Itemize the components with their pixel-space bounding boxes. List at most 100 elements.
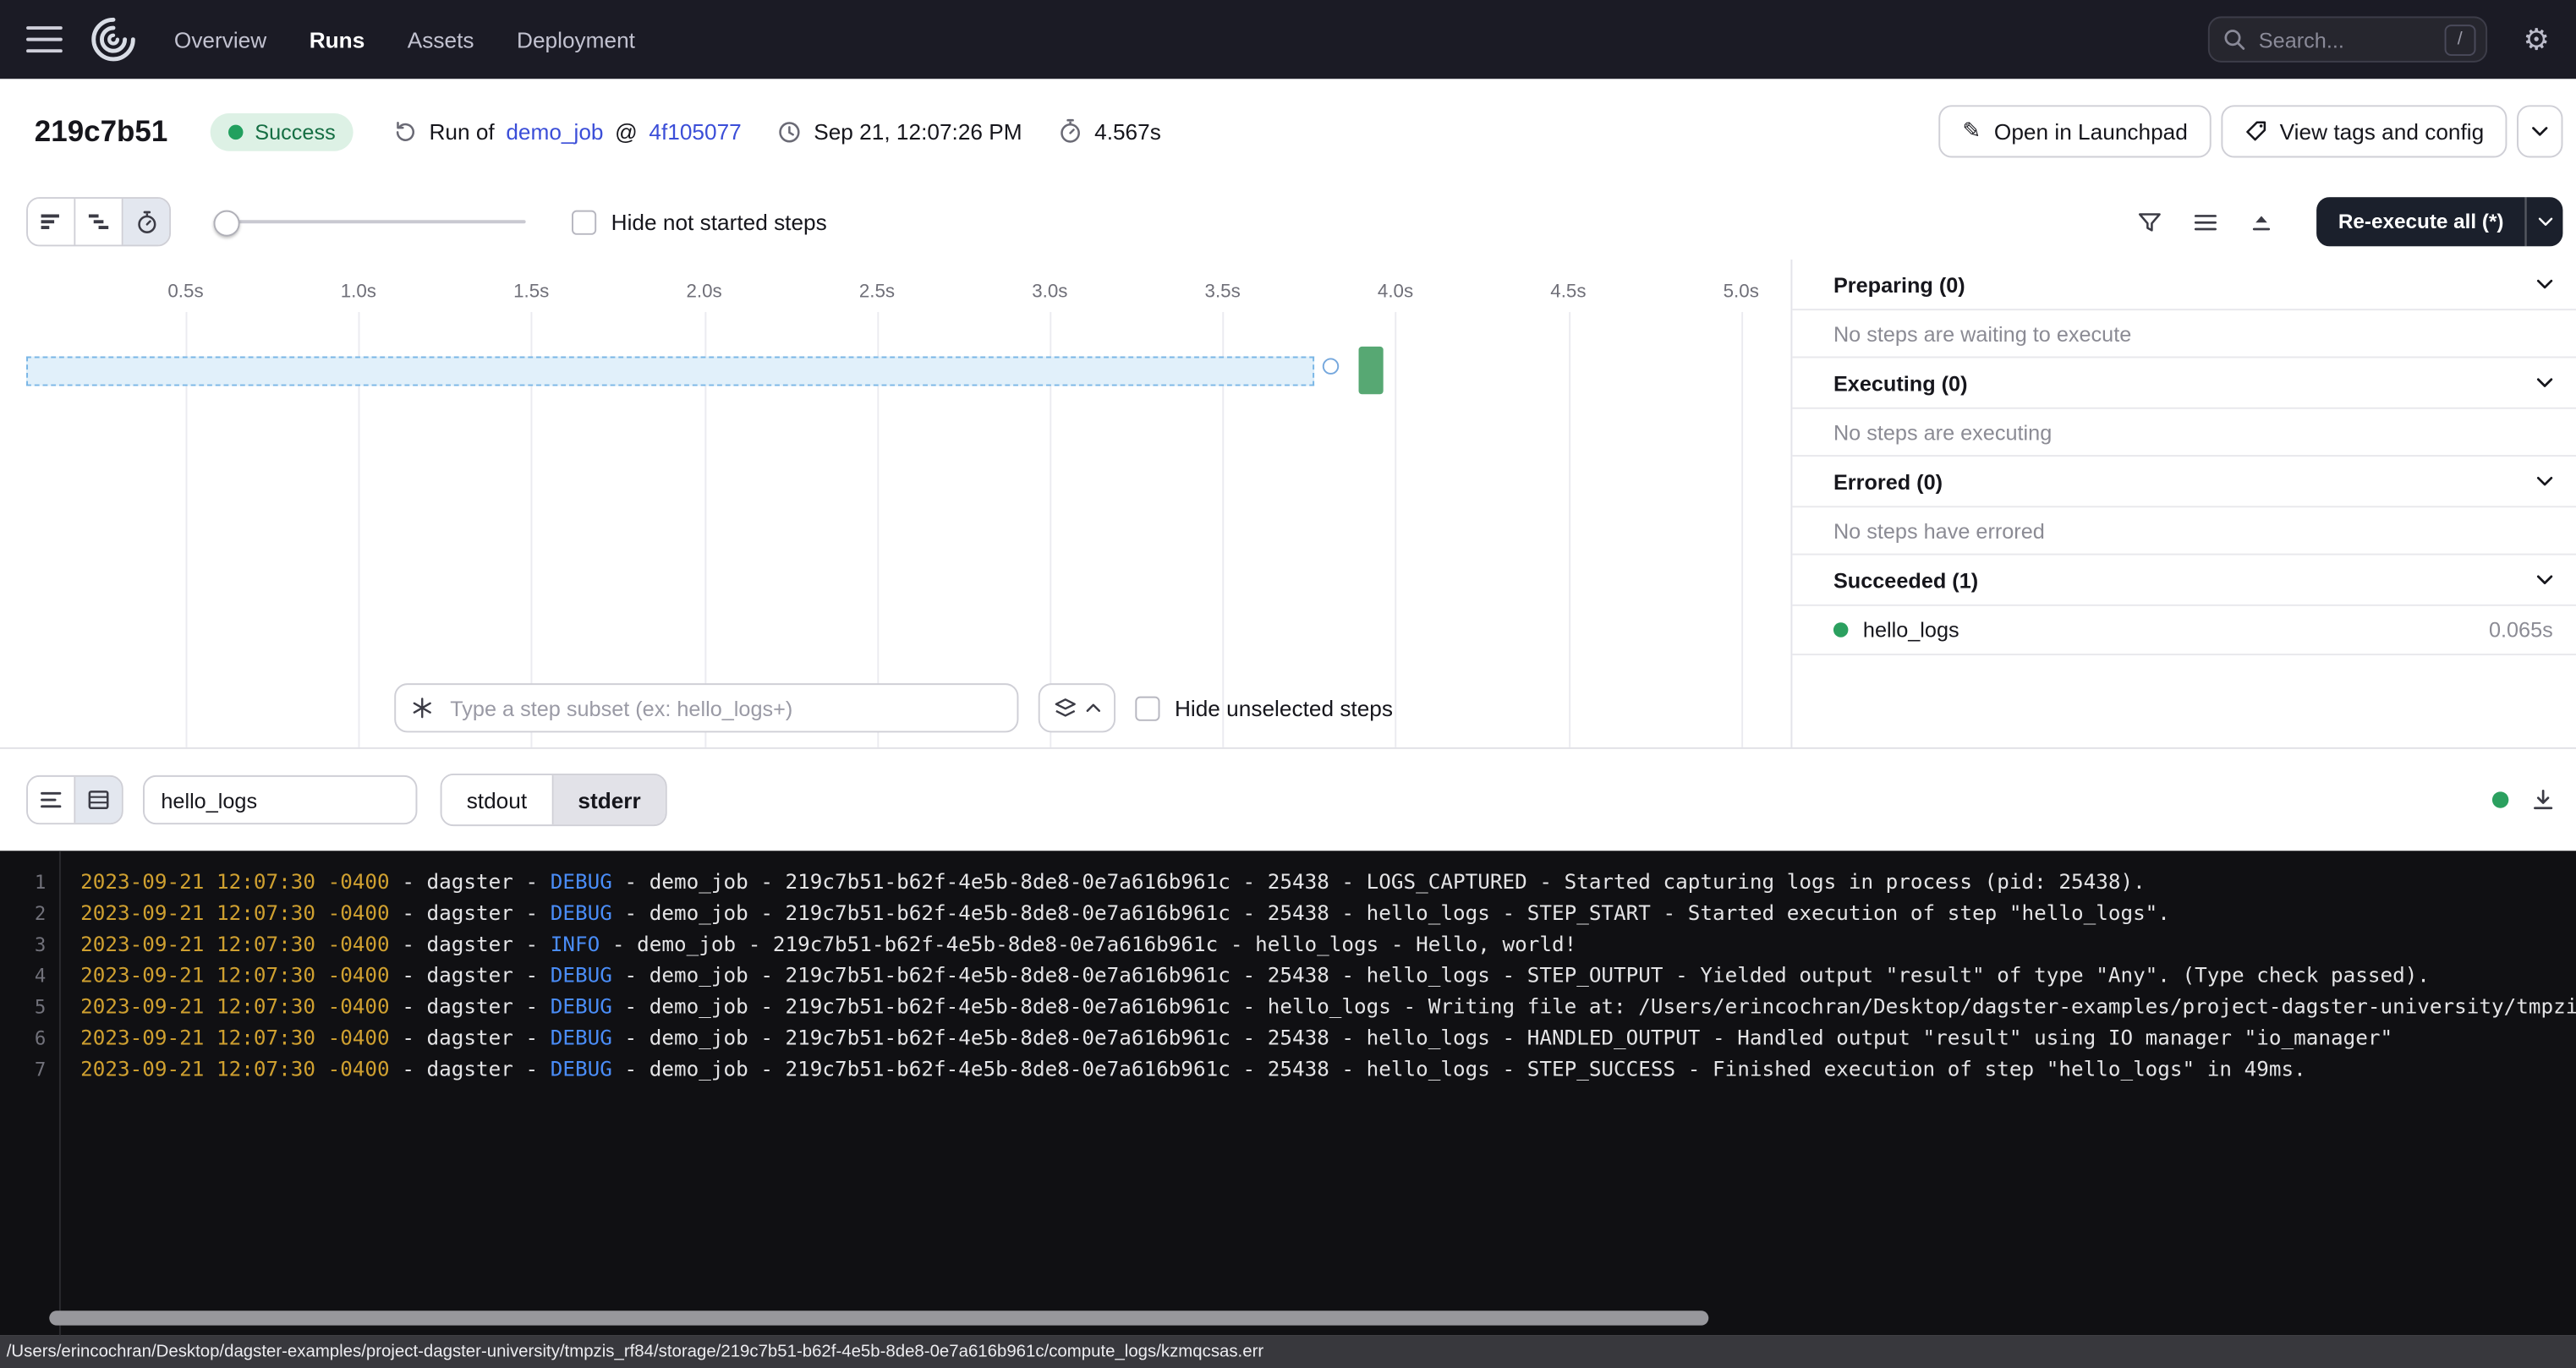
- log-level: DEBUG: [551, 993, 612, 1018]
- search-icon: [2222, 28, 2245, 51]
- run-duration: 4.567s: [1094, 119, 1161, 144]
- panel-section-executing[interactable]: Executing (0): [1792, 358, 2576, 408]
- axis-gridline: [1395, 312, 1397, 747]
- log-level: DEBUG: [551, 869, 612, 894]
- graph-query-toggle-button[interactable]: [1039, 683, 1115, 732]
- panel-section-preparing[interactable]: Preparing (0): [1792, 260, 2576, 310]
- stderr-tab[interactable]: stderr: [553, 775, 666, 824]
- log-line-text: 2023-09-21 12:07:30 -0400 - dagster - DE…: [59, 962, 2430, 987]
- log-line-number: 7: [0, 1057, 59, 1080]
- run-header: 219c7b51 Success Run of demo_job @ 4f105…: [0, 79, 2576, 183]
- clock-icon: [777, 119, 802, 144]
- collapse-all-icon[interactable]: [2241, 202, 2281, 242]
- nav-item-deployment[interactable]: Deployment: [517, 27, 635, 52]
- panel-empty-preparing: No steps are waiting to execute: [1792, 310, 2576, 358]
- run-span-bar: [26, 357, 1314, 386]
- reexecute-all-button[interactable]: Re-execute all (*): [2317, 197, 2525, 246]
- axis-tick-label: 2.0s: [686, 282, 721, 302]
- log-line-number: 3: [0, 932, 59, 955]
- log-line-number: 5: [0, 994, 59, 1017]
- step-marker-icon: [1323, 358, 1339, 374]
- history-icon: [393, 119, 418, 144]
- checkbox-icon: [572, 210, 596, 234]
- stdout-tab[interactable]: stdout: [442, 775, 554, 824]
- step-row-hello-logs[interactable]: hello_logs 0.065s: [1792, 606, 2576, 655]
- nav-item-runs[interactable]: Runs: [310, 27, 365, 52]
- gantt-bottom-controls: Hide unselected steps: [394, 683, 1393, 732]
- job-link[interactable]: demo_job: [506, 119, 603, 144]
- waterfall-view-button[interactable]: [75, 199, 123, 244]
- log-timestamp: 2023-09-21 12:07:30 -0400: [80, 962, 390, 987]
- snapshot-link[interactable]: 4f105077: [649, 119, 741, 144]
- filter-icon[interactable]: [2129, 202, 2169, 242]
- checkbox-icon: [1135, 696, 1159, 720]
- layers-icon: [1053, 696, 1077, 720]
- log-view-toggle: [26, 775, 123, 824]
- log-file-path-bar: /Users/erincochran/Desktop/dagster-examp…: [0, 1335, 2576, 1368]
- run-duration-group: 4.567s: [1058, 118, 1161, 145]
- search-shortcut-key: /: [2444, 24, 2475, 55]
- menu-icon[interactable]: [26, 26, 63, 52]
- gear-icon[interactable]: ⚙: [2524, 25, 2550, 54]
- status-dot-icon: [228, 124, 243, 139]
- panel-section-errored[interactable]: Errored (0): [1792, 457, 2576, 507]
- top-nav: Overview Runs Assets Deployment / ⚙: [0, 0, 2576, 79]
- step-subset-box[interactable]: [394, 683, 1018, 732]
- panel-empty-executing: No steps are executing: [1792, 409, 2576, 457]
- log-line-text: 2023-09-21 12:07:30 -0400 - dagster - DE…: [59, 900, 2170, 925]
- reexecute-dropdown-button[interactable]: [2525, 197, 2563, 246]
- global-search[interactable]: /: [2208, 16, 2487, 62]
- header-actions: ✎ Open in Launchpad View tags and config: [1939, 105, 2562, 157]
- axis-tick-label: 0.5s: [167, 282, 203, 302]
- gantt-section: 5.0s4.5s4.0s3.5s3.0s2.5s2.0s1.5s1.0s0.5s…: [0, 260, 2576, 749]
- log-line: 62023-09-21 12:07:30 -0400 - dagster - D…: [0, 1021, 2576, 1053]
- gantt-zoom-slider[interactable]: [214, 199, 526, 244]
- run-timestamp: Sep 21, 12:07:26 PM: [814, 119, 1022, 144]
- axis-tick-label: 5.0s: [1724, 282, 1759, 302]
- log-file-path: /Users/erincochran/Desktop/dagster-examp…: [7, 1342, 1263, 1361]
- hide-not-started-checkbox[interactable]: Hide not started steps: [572, 210, 827, 234]
- horizontal-scrollbar[interactable]: [49, 1311, 1708, 1325]
- open-in-launchpad-button[interactable]: ✎ Open in Launchpad: [1939, 105, 2211, 157]
- tag-icon: [2244, 120, 2266, 143]
- dagster-logo-icon[interactable]: [89, 14, 138, 63]
- panel-empty-errored: No steps have errored: [1792, 507, 2576, 555]
- axis-tick-label: 2.5s: [859, 282, 895, 302]
- log-line: 42023-09-21 12:07:30 -0400 - dagster - D…: [0, 959, 2576, 990]
- log-level: INFO: [551, 931, 600, 955]
- axis-tick-label: 3.0s: [1032, 282, 1067, 302]
- primary-nav: Overview Runs Assets Deployment: [174, 27, 635, 52]
- axis-tick-label: 1.0s: [341, 282, 376, 302]
- log-line: 32023-09-21 12:07:30 -0400 - dagster - I…: [0, 928, 2576, 960]
- rows-icon[interactable]: [2185, 202, 2225, 242]
- axis-tick-label: 4.5s: [1550, 282, 1586, 302]
- chevron-up-icon: [1086, 703, 1100, 713]
- log-timestamp: 2023-09-21 12:07:30 -0400: [80, 869, 390, 894]
- log-line: 12023-09-21 12:07:30 -0400 - dagster - D…: [0, 866, 2576, 897]
- dagster-run-page: Overview Runs Assets Deployment / ⚙ 219c…: [0, 0, 2576, 1368]
- search-input[interactable]: [2255, 25, 2444, 53]
- step-subset-input[interactable]: [447, 694, 1002, 722]
- structured-log-view-button[interactable]: [28, 777, 75, 823]
- slider-thumb[interactable]: [214, 211, 240, 237]
- run-header-more-button[interactable]: [2517, 105, 2562, 157]
- step-bar-hello-logs[interactable]: [1359, 347, 1384, 394]
- axis-gridline: [1741, 312, 1743, 747]
- nav-item-overview[interactable]: Overview: [174, 27, 266, 52]
- download-icon[interactable]: [2530, 787, 2557, 813]
- log-line-number: 1: [0, 870, 59, 893]
- log-output[interactable]: 12023-09-21 12:07:30 -0400 - dagster - D…: [0, 851, 2576, 1335]
- step-status-panel: Preparing (0) No steps are waiting to ex…: [1790, 260, 2576, 747]
- nav-item-assets[interactable]: Assets: [408, 27, 474, 52]
- log-filter-input[interactable]: [143, 775, 417, 824]
- raw-log-view-button[interactable]: [75, 777, 121, 823]
- timed-view-button[interactable]: [123, 199, 169, 244]
- log-line-number: 2: [0, 901, 59, 924]
- run-of-group: Run of demo_job @ 4f105077: [393, 119, 742, 144]
- flat-view-button[interactable]: [28, 199, 75, 244]
- panel-section-succeeded[interactable]: Succeeded (1): [1792, 555, 2576, 606]
- log-toolbar: stdout stderr: [0, 749, 2576, 851]
- run-id: 219c7b51: [35, 114, 168, 149]
- hide-unselected-checkbox[interactable]: Hide unselected steps: [1135, 696, 1393, 720]
- view-tags-config-button[interactable]: View tags and config: [2221, 105, 2507, 157]
